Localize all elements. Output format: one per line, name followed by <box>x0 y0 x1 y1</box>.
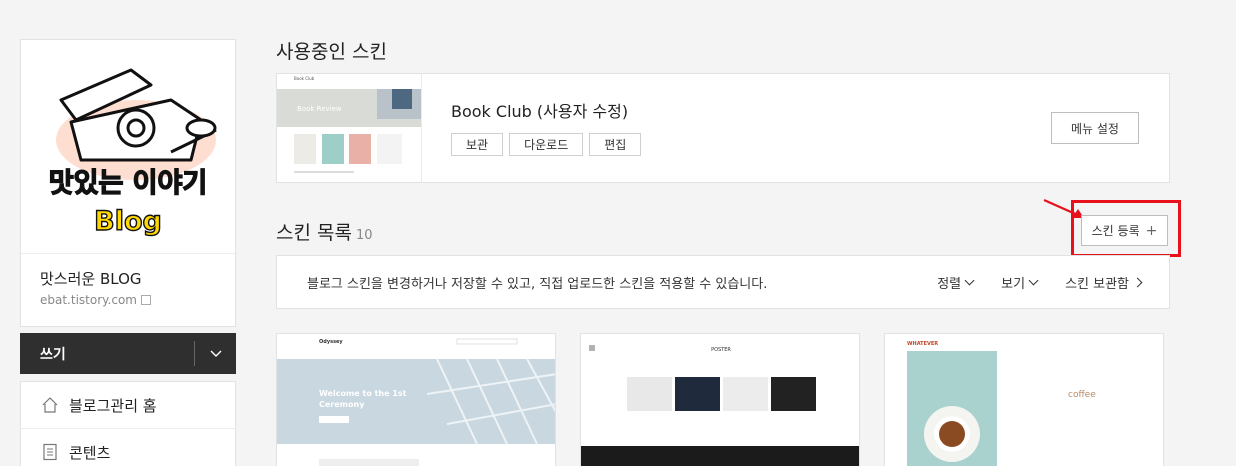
skin-list-toolbar: 블로그 스킨을 변경하거나 저장할 수 있고, 직접 업로드한 스킨을 적용할 … <box>276 255 1170 309</box>
book-club-preview: Book Club Book Review <box>277 74 421 182</box>
skin-card-whatever[interactable]: WHATEVER coffee <box>884 333 1164 466</box>
skin-card-odyssey[interactable]: Odyssey Welcome to the 1st Ceremony <box>276 333 556 466</box>
whatever-brand: WHATEVER <box>907 341 938 347</box>
skin-list-description: 블로그 스킨을 변경하거나 저장할 수 있고, 직접 업로드한 스킨을 적용할 … <box>307 276 768 292</box>
skin-card-poster[interactable]: POSTER <box>580 333 860 466</box>
blog-url[interactable]: ebat.tistory.com <box>40 293 137 307</box>
write-dropdown-toggle[interactable] <box>194 341 236 366</box>
skin-archive-link[interactable]: 스킨 보관함 <box>1065 273 1143 292</box>
view-dropdown[interactable]: 보기 <box>1001 273 1039 292</box>
current-skin-card: Book Club Book Review Book Club (사용자 수정)… <box>276 73 1170 183</box>
menu-item-blog-home[interactable]: 블로그관리 홈 <box>21 382 235 429</box>
archive-button[interactable]: 보관 <box>451 133 504 156</box>
write-label[interactable]: 쓰기 <box>20 344 194 364</box>
home-icon <box>40 396 59 415</box>
skin-register-label: 스킨 등록 <box>1091 224 1140 238</box>
archive-label: 스킨 보관함 <box>1065 276 1129 292</box>
poster-preview: POSTER <box>581 334 859 466</box>
document-icon <box>40 443 59 462</box>
odyssey-headline1: Welcome to the 1st <box>319 389 407 398</box>
plus-icon: + <box>1145 222 1158 239</box>
chevron-down-icon <box>964 275 975 285</box>
skin-list-title: 스킨 목록 <box>276 222 352 244</box>
logo-text-line2: Blog <box>94 206 162 237</box>
admin-menu: 블로그관리 홈 콘텐츠 <box>20 381 236 466</box>
odyssey-preview: Odyssey Welcome to the 1st Ceremony <box>277 334 555 466</box>
menu-item-label: 블로그관리 홈 <box>69 396 157 415</box>
logo-text-line1: 맛있는 이야기 <box>49 168 207 199</box>
blog-url-row[interactable]: ebat.tistory.com <box>21 289 235 307</box>
thumb-banner: Book Review <box>297 105 342 113</box>
lunchbox-illustration: 맛있는 이야기 Blog <box>48 68 217 238</box>
menu-settings-button[interactable]: 메뉴 설정 <box>1051 112 1139 144</box>
blog-name[interactable]: 맛스러운 BLOG <box>21 254 235 289</box>
skin-register-button[interactable]: 스킨 등록 + <box>1081 215 1168 246</box>
current-skin-thumbnail[interactable]: Book Club Book Review <box>277 74 422 182</box>
sort-dropdown[interactable]: 정렬 <box>937 273 975 292</box>
thumb-title: Book Club <box>294 76 315 81</box>
menu-item-label: 콘텐츠 <box>69 443 111 462</box>
chevron-down-icon <box>1028 275 1039 285</box>
write-button[interactable]: 쓰기 <box>20 333 236 374</box>
poster-brand: POSTER <box>711 347 731 353</box>
whatever-preview: WHATEVER coffee <box>885 334 1163 466</box>
blog-profile-card: 맛있는 이야기 Blog 맛스러운 BLOG ebat.tistory.com <box>20 39 236 327</box>
odyssey-brand: Odyssey <box>319 339 343 345</box>
sort-label: 정렬 <box>937 276 962 292</box>
skin-list-heading: 스킨 목록 10 <box>276 218 373 245</box>
menu-item-contents[interactable]: 콘텐츠 <box>21 429 235 466</box>
current-skin-name: Book Club (사용자 수정) <box>451 102 629 121</box>
current-skin-actions: 보관 다운로드 편집 <box>451 133 642 156</box>
blog-logo[interactable]: 맛있는 이야기 Blog <box>21 40 235 254</box>
odyssey-headline2: Ceremony <box>319 400 365 409</box>
sidebar: 맛있는 이야기 Blog 맛스러운 BLOG ebat.tistory.com … <box>20 39 236 466</box>
skin-count: 10 <box>355 228 373 243</box>
skin-settings-page: 맛있는 이야기 Blog 맛스러운 BLOG ebat.tistory.com … <box>0 0 1236 466</box>
whatever-headline: coffee <box>1068 390 1096 400</box>
chevron-right-icon <box>1132 277 1143 287</box>
chevron-down-icon <box>210 350 221 357</box>
edit-button[interactable]: 편집 <box>589 133 642 156</box>
external-link-icon[interactable] <box>140 295 151 305</box>
view-label: 보기 <box>1001 276 1026 292</box>
current-skin-title: 사용중인 스킨 <box>276 41 387 63</box>
download-button[interactable]: 다운로드 <box>509 133 584 156</box>
